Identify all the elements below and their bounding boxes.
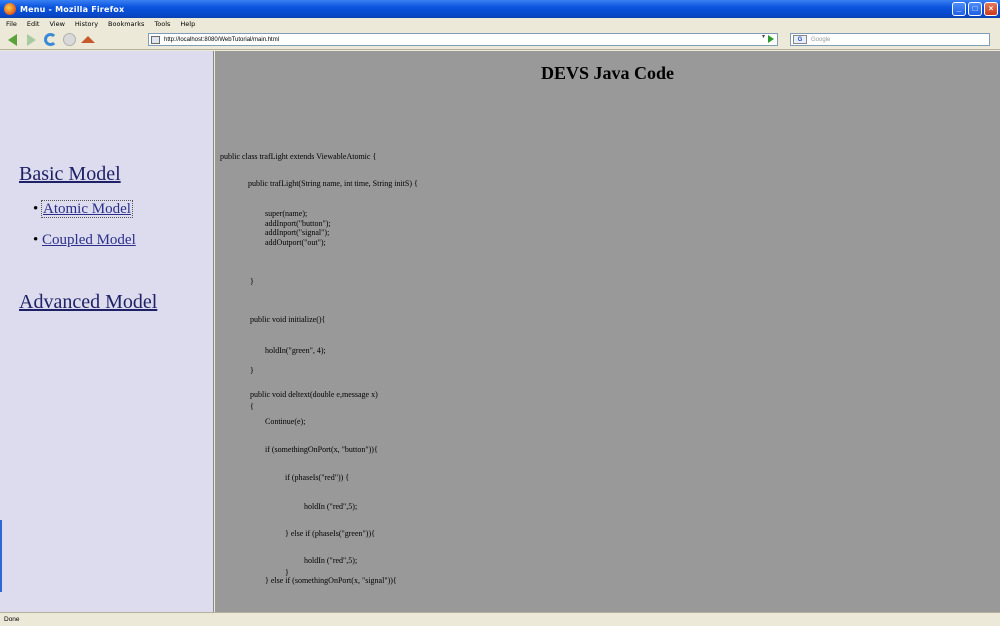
code-line: }	[250, 277, 254, 286]
stop-icon	[62, 33, 76, 46]
home-button[interactable]	[80, 32, 96, 48]
menu-bar: File Edit View History Bookmarks Tools H…	[0, 18, 1000, 30]
left-navigation-frame: Basic Model • Atomic Model • Coupled Mod…	[0, 51, 214, 612]
url-dropdown-icon[interactable]: ▾	[762, 33, 765, 43]
home-icon	[81, 36, 95, 43]
window-controls: _ □ ×	[952, 2, 998, 16]
code-line: } else if (phaseIs("green")){	[285, 529, 375, 538]
status-bar: Done	[0, 612, 1000, 626]
code-line: holdIn ("red",5);	[304, 502, 358, 511]
main-content-frame: DEVS Java Code public class trafLight ex…	[215, 51, 1000, 612]
bullet: •	[33, 201, 39, 217]
atomic-model-link[interactable]: Atomic Model	[41, 200, 133, 218]
page-heading: DEVS Java Code	[540, 63, 674, 83]
stop-button[interactable]	[61, 32, 77, 48]
menu-view[interactable]: View	[49, 20, 64, 28]
menu-edit[interactable]: Edit	[27, 20, 40, 28]
search-bar[interactable]: G Google	[790, 33, 990, 46]
code-line: super(name);	[265, 209, 308, 218]
menu-file[interactable]: File	[6, 20, 17, 28]
basic-model-link[interactable]: Basic Model	[19, 163, 121, 186]
code-line: addInport("signal");	[265, 228, 330, 237]
maximize-button[interactable]: □	[968, 2, 982, 16]
advanced-model-link[interactable]: Advanced Model	[19, 291, 157, 314]
code-line: addOutport("out");	[265, 238, 326, 247]
taskbar-edge	[0, 520, 2, 592]
code-line: if (phaseIs("red")) {	[285, 473, 350, 482]
code-line: holdIn ("red",5);	[304, 556, 358, 565]
reload-icon	[43, 33, 57, 46]
back-button[interactable]	[4, 32, 20, 48]
code-line: if (somethingOnPort(x, "button")){	[265, 445, 378, 454]
atomic-model-item: • Atomic Model	[33, 200, 133, 218]
firefox-icon	[4, 3, 16, 15]
menu-bookmarks[interactable]: Bookmarks	[108, 20, 144, 28]
bullet: •	[33, 232, 39, 248]
page-content: Basic Model • Atomic Model • Coupled Mod…	[0, 51, 1000, 612]
window-title: Menu - Mozilla Firefox	[20, 4, 125, 14]
window-title-bar[interactable]: Menu - Mozilla Firefox _ □ ×	[0, 0, 1000, 18]
navigation-toolbar: http://localhost:8080/WebTutorial/main.h…	[0, 30, 1000, 50]
code-line: } else if (somethingOnPort(x, "signal"))…	[265, 576, 397, 585]
forward-arrow-icon	[26, 33, 36, 46]
coupled-model-item: • Coupled Model	[33, 232, 136, 249]
menu-help[interactable]: Help	[180, 20, 195, 28]
code-line: Continue(e);	[265, 417, 306, 426]
url-bar[interactable]: http://localhost:8080/WebTutorial/main.h…	[148, 33, 778, 46]
code-line: public trafLight(String name, int time, …	[248, 179, 418, 188]
reload-button[interactable]	[42, 32, 58, 48]
code-line: holdIn("green", 4);	[265, 346, 326, 355]
code-line: public void deltext(double e,message x)	[250, 390, 378, 399]
search-placeholder: Google	[811, 36, 831, 43]
code-line: public void initialize(){	[250, 315, 326, 324]
minimize-button[interactable]: _	[952, 2, 966, 16]
menu-history[interactable]: History	[75, 20, 98, 28]
menu-tools[interactable]: Tools	[154, 20, 170, 28]
code-line: }	[250, 366, 254, 375]
code-line: addInport("button");	[265, 219, 331, 228]
url-actions: ▾	[762, 33, 775, 43]
page-favicon-icon	[151, 35, 160, 44]
url-text: http://localhost:8080/WebTutorial/main.h…	[164, 36, 280, 43]
forward-button[interactable]	[23, 32, 39, 48]
code-line: {	[250, 402, 254, 411]
code-line: public class trafLight extends ViewableA…	[220, 152, 377, 161]
search-engine-icon[interactable]: G	[793, 35, 807, 44]
coupled-model-link[interactable]: Coupled Model	[42, 232, 136, 248]
go-icon[interactable]	[768, 35, 775, 43]
back-arrow-icon	[7, 33, 17, 46]
close-button[interactable]: ×	[984, 2, 998, 16]
status-text: Done	[4, 616, 20, 623]
